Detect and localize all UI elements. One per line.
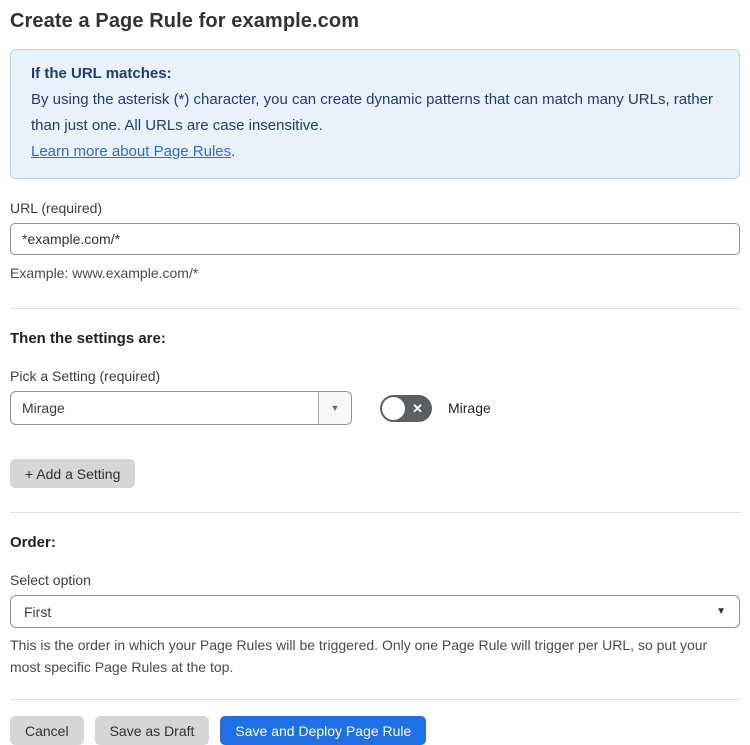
save-and-deploy-button[interactable]: Save and Deploy Page Rule — [220, 716, 427, 745]
add-setting-button[interactable]: + Add a Setting — [10, 459, 136, 488]
setting-select-arrow-button[interactable]: ▼ — [318, 392, 351, 424]
info-heading: If the URL matches: — [31, 65, 172, 82]
page-rule-form: Create a Page Rule for example.com If th… — [0, 0, 750, 745]
chevron-down-icon: ▼ — [330, 403, 340, 413]
url-match-info-callout: If the URL matches: By using the asteris… — [10, 49, 740, 179]
order-section-heading: Order: — [10, 534, 56, 551]
chevron-down-icon: ▼ — [716, 606, 726, 617]
page-title: Create a Page Rule for example.com — [10, 10, 360, 32]
divider-order — [10, 512, 740, 513]
setting-row: Mirage ▼ ✕ Mirage — [10, 391, 740, 425]
toggle-setting-label: Mirage — [448, 400, 491, 416]
footer-actions: Cancel Save as Draft Save and Deploy Pag… — [10, 716, 740, 745]
info-link-line: Learn more about Page Rules. — [31, 139, 719, 165]
learn-more-link[interactable]: Learn more about Page Rules — [31, 143, 231, 160]
url-input[interactable] — [10, 223, 740, 255]
settings-section-heading: Then the settings are: — [10, 330, 166, 347]
toggle-knob — [382, 396, 405, 420]
order-helper-text: This is the order in which your Page Rul… — [10, 637, 708, 675]
mirage-toggle-wrap: ✕ Mirage — [380, 394, 491, 422]
setting-select[interactable]: Mirage ▼ — [10, 391, 352, 425]
toggle-off-x-icon: ✕ — [412, 400, 423, 416]
cancel-button[interactable]: Cancel — [10, 716, 84, 745]
select-option-label: Select option — [10, 572, 91, 588]
mirage-toggle[interactable]: ✕ — [380, 394, 432, 422]
info-body: By using the asterisk (*) character, you… — [31, 91, 713, 134]
url-field-label: URL (required) — [10, 200, 103, 216]
link-suffix: . — [231, 143, 236, 160]
divider-settings — [10, 308, 740, 309]
order-select-value: First — [24, 603, 52, 620]
divider-footer — [10, 699, 740, 700]
order-select[interactable]: First ▼ — [10, 595, 740, 628]
setting-select-value: Mirage — [22, 400, 65, 416]
url-example-helper: Example: www.example.com/* — [10, 265, 199, 281]
save-as-draft-button[interactable]: Save as Draft — [94, 716, 210, 745]
pick-setting-label: Pick a Setting (required) — [10, 368, 161, 384]
